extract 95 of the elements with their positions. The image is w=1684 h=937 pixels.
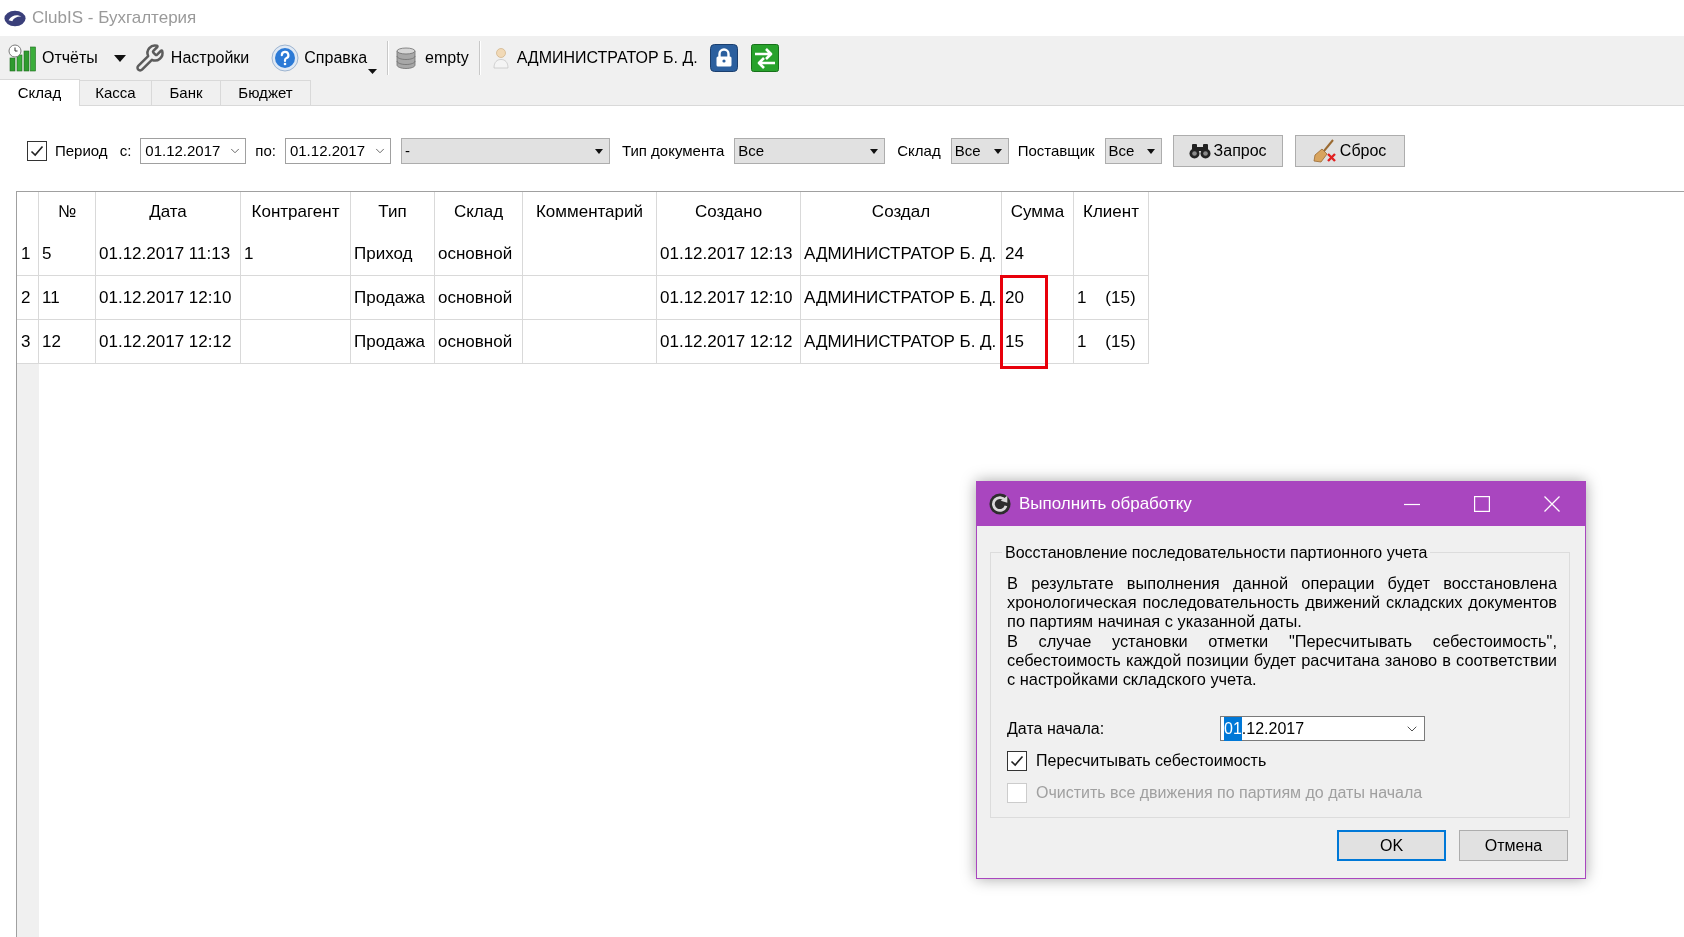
dropdown[interactable]: Все: [950, 138, 1009, 164]
date-field[interactable]: 01.12.2017: [1220, 716, 1425, 742]
table-cell: основной: [435, 276, 523, 320]
help-icon: [271, 44, 300, 72]
table-cell: АДМИНИСТРАТОР Б. Д.: [801, 320, 1002, 364]
dropdown[interactable]: Все: [734, 138, 886, 164]
table-cell: 01.12.2017 11:13: [96, 232, 241, 276]
user-icon: [492, 47, 509, 69]
table-cell: 1: [241, 232, 351, 276]
to-label: по:: [255, 140, 276, 161]
window-title: ClubIS - Бухгалтерия: [32, 7, 197, 30]
table-cell: 01.12.2017 12:12: [657, 320, 801, 364]
caret-down-icon[interactable]: [113, 54, 126, 62]
table-cell: 11: [39, 276, 96, 320]
supplier-label: Поставщик: [1017, 140, 1095, 161]
binoculars-icon: [1188, 143, 1211, 159]
group-title: Восстановление последовательности партионного учета: [1004, 543, 1429, 562]
settings-button[interactable]: Настройки: [134, 40, 250, 76]
tab[interactable]: Склад: [0, 79, 80, 106]
table-cell: 12: [39, 320, 96, 364]
database-icon: [395, 47, 418, 69]
tab[interactable]: Бюджет: [221, 80, 311, 105]
wrench-icon: [134, 43, 165, 73]
date-field[interactable]: 01.12.2017: [284, 138, 391, 164]
table-cell: 01.12.2017 12:13: [657, 232, 801, 276]
query-button[interactable]: Запрос: [1172, 135, 1283, 167]
column-header[interactable]: Склад: [435, 192, 523, 232]
reports-button[interactable]: Отчёты: [8, 40, 98, 76]
column-header[interactable]: Комментарий: [523, 192, 657, 232]
dialog-button[interactable]: Отмена: [1459, 830, 1568, 861]
warehouse-label: Склад: [897, 140, 941, 161]
table-cell: Приход: [351, 232, 435, 276]
description-paragraph: В результате выполнения данной операции будет восстановлена хронологическая последовательность движений складских документов по партиям начиная с указанной даты.: [1007, 574, 1557, 632]
caret-down-icon: [368, 69, 378, 74]
checkmark-icon: [30, 144, 44, 158]
option-label: Очистить все движения по партиям до даты начала: [1036, 783, 1423, 804]
column-header[interactable]: Тип: [351, 192, 435, 232]
column-header[interactable]: Дата: [96, 192, 241, 232]
dropdown[interactable]: Все: [1104, 138, 1162, 164]
period-label: Период: [55, 140, 108, 161]
date-text: .12.2017: [1241, 718, 1305, 739]
table-cell: 5: [39, 232, 96, 276]
bar-chart-icon: [8, 44, 36, 72]
option-label: Пересчитывать себестоимость: [1036, 751, 1267, 772]
table-cell: АДМИНИСТРАТОР Б. Д.: [801, 232, 1002, 276]
table-cell: основной: [435, 320, 523, 364]
row-number: 2: [17, 276, 39, 320]
from-label: с:: [119, 140, 132, 161]
column-header[interactable]: №: [39, 192, 96, 232]
selected-text: 01: [1224, 716, 1242, 741]
document-type-label: Тип документа: [621, 140, 725, 161]
column-header[interactable]: Создано: [657, 192, 801, 232]
table-cell: Продажа: [351, 276, 435, 320]
dropdown[interactable]: -: [400, 138, 610, 164]
table-cell: 15: [1002, 320, 1074, 364]
exchange-arrows-icon[interactable]: [750, 44, 779, 72]
reset-button[interactable]: Сброс: [1294, 135, 1405, 167]
app-logo-icon: [4, 9, 26, 27]
dialog-title: Выполнить обработку: [1019, 493, 1192, 516]
table-cell: 01.12.2017 12:12: [96, 320, 241, 364]
dropdown-arrow-icon: [1146, 148, 1155, 154]
date-field[interactable]: 01.12.2017: [140, 138, 247, 164]
table-cell: АДМИНИСТРАТОР Б. Д.: [801, 276, 1002, 320]
close-icon[interactable]: [1544, 496, 1560, 512]
column-header[interactable]: Контрагент: [241, 192, 351, 232]
table-cell: 01.12.2017 12:10: [657, 276, 801, 320]
dialog-button[interactable]: OK: [1337, 830, 1446, 861]
row-number: 1: [17, 232, 39, 276]
table-cell: 1 (15): [1074, 320, 1149, 364]
tab[interactable]: Касса: [80, 80, 152, 105]
refresh-icon: [989, 493, 1011, 515]
start-date-label: Дата начала:: [1007, 718, 1106, 739]
description-paragraph: В случае установки отметки "Пересчитывать себестоимость", себестоимость каждой позиции будет расчитана заново в соответствии с настройками складского учета.: [1007, 631, 1557, 690]
table-cell: Продажа: [351, 320, 435, 364]
dropdown-arrow-icon: [993, 148, 1002, 154]
broom-icon: [1312, 139, 1337, 163]
checkmark-icon: [1010, 754, 1024, 769]
padlock-icon[interactable]: [709, 44, 738, 72]
dropdown-arrow-icon: [870, 148, 879, 154]
user-name: АДМИНИСТРАТОР Б. Д.: [516, 48, 698, 68]
table-cell: 24: [1002, 232, 1074, 276]
maximize-icon[interactable]: [1474, 496, 1490, 512]
column-header[interactable]: Клиент: [1074, 192, 1149, 232]
table-cell: 01.12.2017 12:10: [96, 276, 241, 320]
tab[interactable]: Банк: [152, 80, 221, 105]
table-cell: 20: [1002, 276, 1074, 320]
table-cell: основной: [435, 232, 523, 276]
database-label: empty: [425, 48, 469, 68]
column-header[interactable]: Сумма: [1002, 192, 1074, 232]
help-button[interactable]: Справка: [271, 40, 378, 76]
table-cell: 1 (15): [1074, 276, 1149, 320]
checkbox[interactable]: [27, 141, 47, 161]
column-header[interactable]: Создал: [801, 192, 1002, 232]
dropdown-arrow-icon: [594, 148, 603, 154]
checkbox[interactable]: [1007, 751, 1027, 772]
